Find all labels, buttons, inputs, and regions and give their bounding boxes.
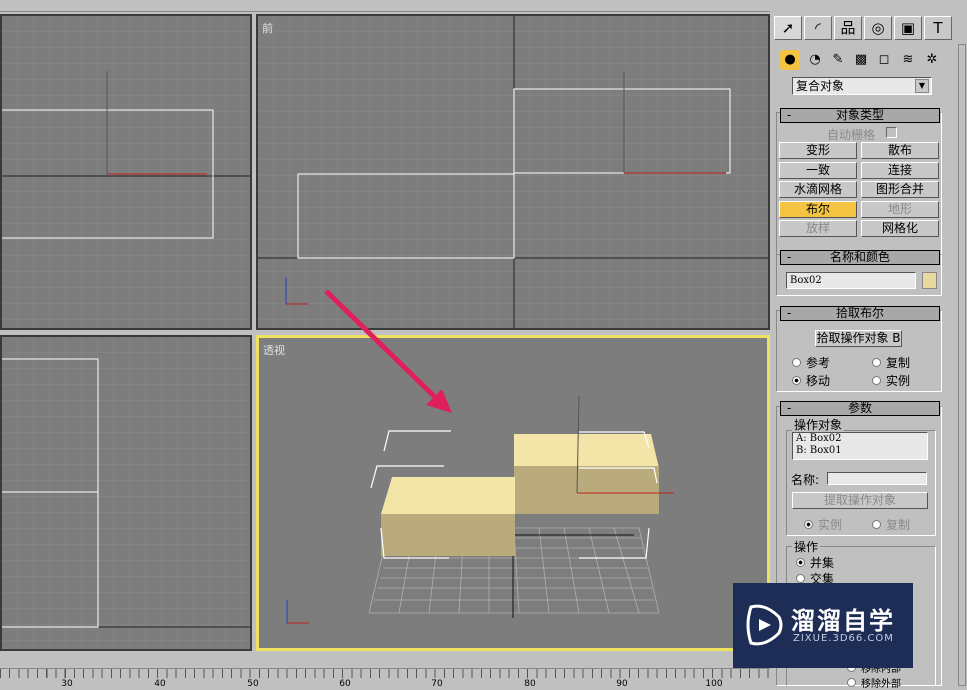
- ruler-tick: 100: [705, 679, 723, 689]
- rollout-parameters[interactable]: - 参数: [780, 401, 940, 416]
- mesher-button[interactable]: 网格化: [861, 220, 939, 237]
- operand-a[interactable]: A: Box02: [796, 433, 927, 445]
- rollout-object-type[interactable]: - 对象类型: [780, 108, 940, 123]
- display-icon[interactable]: ▣: [894, 16, 922, 40]
- hierarchy-icon[interactable]: 品: [834, 16, 862, 40]
- operand-name-input[interactable]: [827, 472, 927, 485]
- operand-name-label: 名称:: [791, 473, 820, 487]
- autogrid-checkbox[interactable]: [886, 127, 897, 138]
- extract-operand-button[interactable]: 提取操作对象: [792, 492, 928, 509]
- systems-icon[interactable]: ✲: [922, 50, 942, 70]
- chevron-down-icon: ▼: [915, 79, 929, 93]
- ruler-tick: 70: [431, 679, 443, 689]
- shapemerge-button[interactable]: 图形合并: [861, 181, 939, 198]
- radio-extract-instance[interactable]: 实例: [804, 516, 842, 533]
- viewport-left[interactable]: [0, 335, 252, 651]
- radio-move[interactable]: 移动: [792, 372, 830, 389]
- boolean-button[interactable]: 布尔: [779, 201, 857, 218]
- terrain-button[interactable]: 地形: [861, 201, 939, 218]
- cameras-icon[interactable]: ▩: [851, 50, 871, 70]
- object-color-swatch[interactable]: [922, 272, 937, 289]
- radio-union[interactable]: 并集: [796, 554, 834, 571]
- operands-list[interactable]: A: Box02 B: Box01: [792, 432, 928, 460]
- watermark-url: ZIXUE.3D66.COM: [793, 633, 894, 644]
- operation-label: 操作: [792, 538, 821, 555]
- viewport-top[interactable]: [0, 14, 252, 330]
- category-value: 复合对象: [796, 79, 845, 93]
- ruler-tick: 60: [339, 679, 351, 689]
- lights-icon[interactable]: ✎: [828, 50, 848, 70]
- ruler-tick: 30: [61, 679, 73, 689]
- panel-scrollbar[interactable]: [958, 44, 966, 686]
- radio-instance[interactable]: 实例: [872, 372, 910, 389]
- ruler-tick: 80: [524, 679, 536, 689]
- category-dropdown[interactable]: 复合对象 ▼: [792, 77, 932, 95]
- radio-copy[interactable]: 复制: [872, 354, 910, 371]
- timeline-ruler[interactable]: 30 40 50 60 70 80 90 100: [0, 668, 770, 689]
- rollout-pick-boolean[interactable]: - 拾取布尔: [780, 306, 940, 321]
- play-logo-icon: [746, 604, 783, 646]
- rollout-title: 名称和颜色: [829, 250, 890, 264]
- rollout-title: 拾取布尔: [835, 306, 884, 320]
- annotation-arrow: [324, 289, 452, 413]
- loft-button[interactable]: 放样: [779, 220, 857, 237]
- pick-operand-b-button[interactable]: 拾取操作对象 B: [815, 330, 902, 347]
- rollout-title: 对象类型: [835, 108, 884, 122]
- radio-reference[interactable]: 参考: [792, 354, 830, 371]
- autogrid-label: 自动栅格: [827, 128, 876, 142]
- spacewarps-icon[interactable]: ≋: [898, 50, 918, 70]
- scatter-button[interactable]: 散布: [861, 142, 939, 159]
- radio-subtract-outer[interactable]: 移除外部: [847, 675, 901, 690]
- geometry-icon[interactable]: ●: [780, 50, 800, 70]
- radio-extract-copy[interactable]: 复制: [872, 516, 910, 533]
- object-name-input[interactable]: Box02: [786, 272, 916, 289]
- watermark: 溜溜自学 ZIXUE.3D66.COM: [733, 583, 913, 668]
- rollout-title: 参数: [847, 401, 872, 415]
- watermark-title: 溜溜自学: [791, 607, 895, 635]
- shapes-icon[interactable]: ◔: [805, 50, 825, 70]
- rollout-name-color[interactable]: - 名称和颜色: [780, 250, 940, 265]
- motion-icon[interactable]: ◎: [864, 16, 892, 40]
- ruler-tick: 50: [247, 679, 259, 689]
- viewport-label: 透视: [263, 344, 285, 357]
- morph-button[interactable]: 变形: [779, 142, 857, 159]
- main-toolbar: [0, 0, 770, 12]
- operand-b[interactable]: B: Box01: [796, 445, 927, 457]
- connect-button[interactable]: 连接: [861, 162, 939, 179]
- blobmesh-button[interactable]: 水滴网格: [779, 181, 857, 198]
- modify-icon[interactable]: ◜: [804, 16, 832, 40]
- utilities-icon[interactable]: T: [924, 16, 952, 40]
- create-icon[interactable]: ➚: [774, 16, 802, 40]
- ruler-tick: 40: [154, 679, 166, 689]
- ruler-tick: 90: [616, 679, 628, 689]
- operands-label: 操作对象: [792, 416, 845, 433]
- helpers-icon[interactable]: ◻: [874, 50, 894, 70]
- conform-button[interactable]: 一致: [779, 162, 857, 179]
- viewport-front[interactable]: 前: [256, 14, 770, 330]
- viewport-label: 前: [262, 22, 273, 35]
